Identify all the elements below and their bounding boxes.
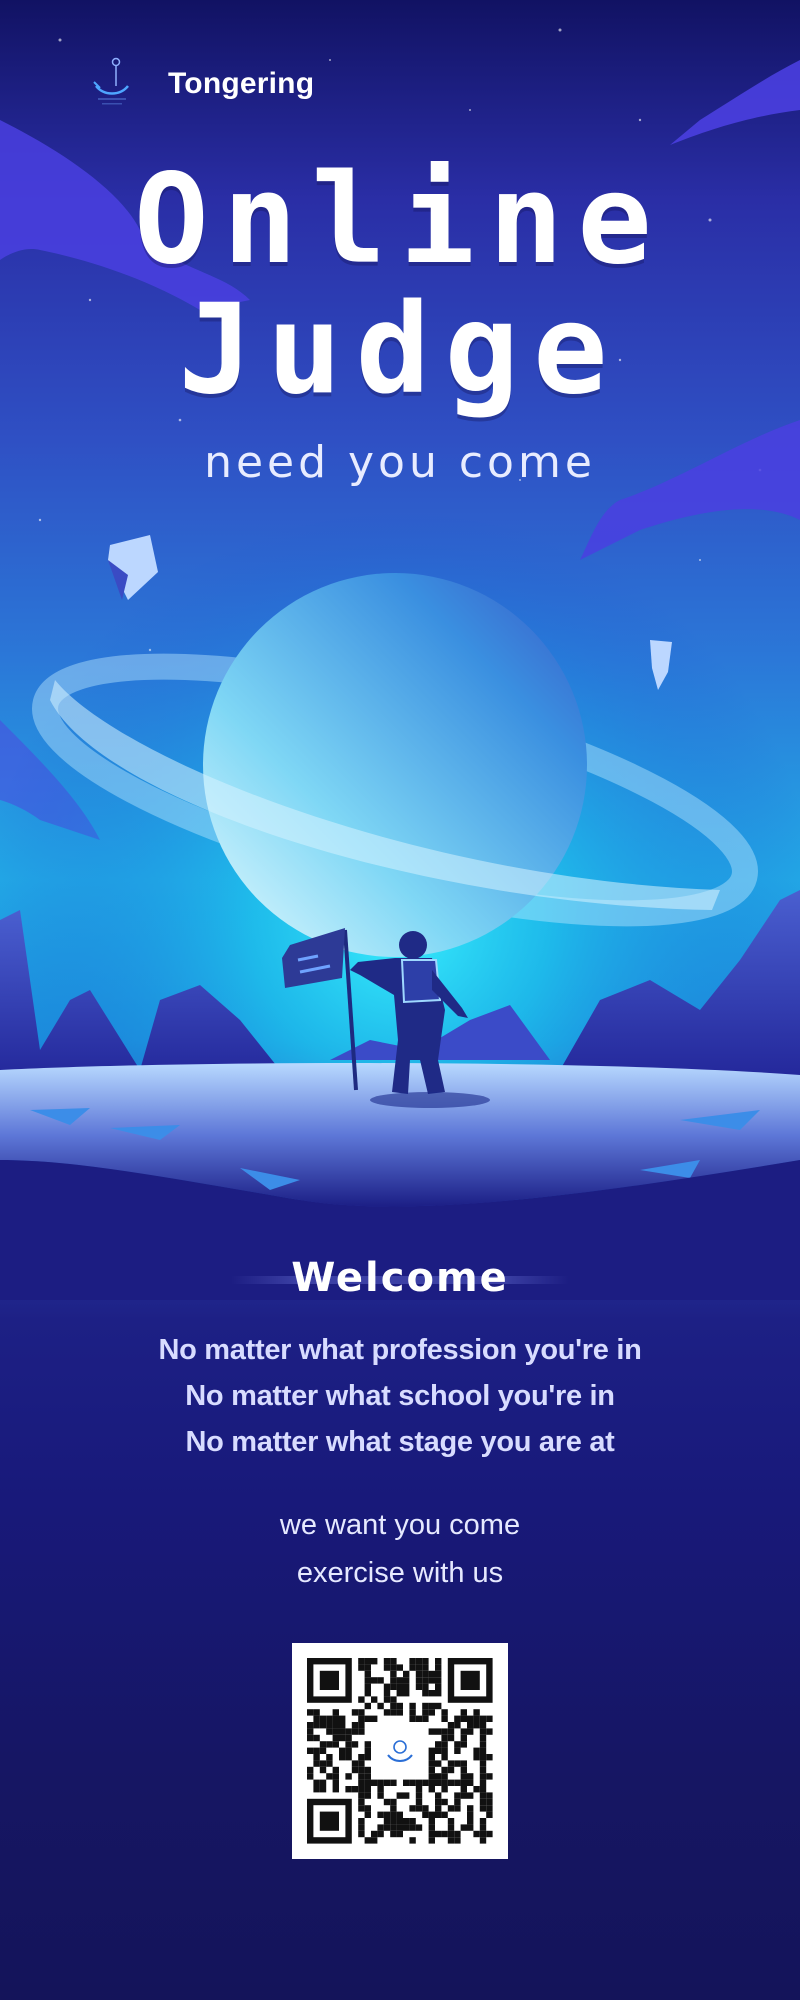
astronaut-shadow xyxy=(370,1092,490,1108)
welcome-lines: No matter what profession you're in No m… xyxy=(0,1327,800,1465)
qr-code-icon[interactable] xyxy=(292,1643,508,1859)
hero: Online Judge need you come xyxy=(0,155,800,488)
invite-line: we want you come xyxy=(279,1509,521,1541)
title-line-judge: Judge xyxy=(178,278,622,422)
title-line-online: Online xyxy=(134,148,666,292)
anchor-logo-icon xyxy=(93,57,129,105)
welcome-line: No matter what school you're in xyxy=(185,1380,615,1412)
welcome-line: No matter what profession you're in xyxy=(158,1334,642,1366)
qr-code-pattern xyxy=(307,1658,493,1844)
welcome-line: No matter what stage you are at xyxy=(185,1426,615,1458)
welcome-title: Welcome xyxy=(231,1255,569,1301)
astronaut-helmet xyxy=(399,931,427,959)
brand-header: Tongering xyxy=(92,56,314,112)
planet xyxy=(203,573,587,957)
invite-text: we want you come exercise with us xyxy=(0,1501,800,1597)
wisp-top-right xyxy=(670,60,800,145)
poster: Tongering Online Judge need you come Wel… xyxy=(0,0,800,2000)
hero-subtitle: need you come xyxy=(204,437,596,488)
brand-name: Tongering xyxy=(168,67,315,100)
welcome-section: Welcome No matter what profession you're… xyxy=(0,1255,800,1597)
invite-line: exercise with us xyxy=(296,1557,504,1589)
